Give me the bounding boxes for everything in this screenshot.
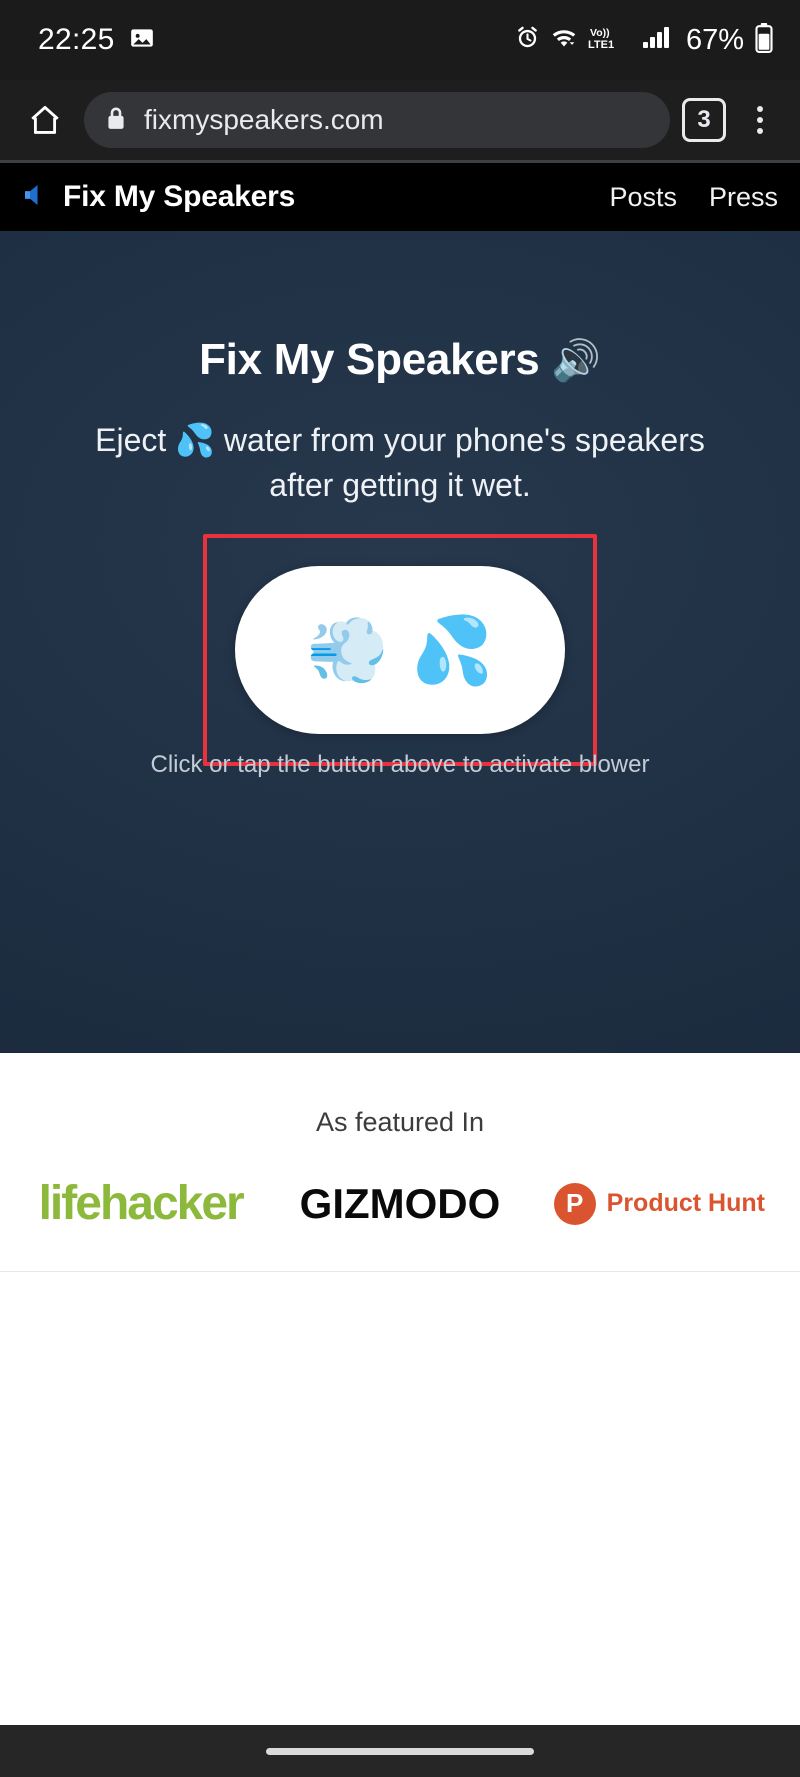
featured-section: As featured In lifehacker GIZMODO P Prod… [0, 1053, 800, 1272]
nav-item-posts[interactable]: Posts [609, 182, 677, 213]
product-hunt-badge-icon: P [553, 1182, 596, 1225]
volte-icon: Vo)) LTE1 [588, 25, 632, 56]
browser-toolbar: fixmyspeakers.com 3 [0, 80, 800, 160]
system-navigation-bar [0, 1725, 800, 1777]
gesture-pill[interactable] [266, 1747, 534, 1755]
page-title-text: Fix My Speakers [199, 335, 540, 384]
status-bar: 22:25 Vo)) LTE1 67% [0, 0, 800, 80]
loud-speaker-icon: 🔊 [551, 339, 601, 383]
wifi-icon [550, 25, 578, 55]
logo-lifehacker[interactable]: lifehacker [16, 1176, 265, 1231]
lifehacker-part1: life [38, 1177, 102, 1230]
sweat-droplets-icon: 💦 [411, 613, 494, 687]
nav-item-press[interactable]: Press [709, 182, 778, 213]
page-body-blank: wsxdn.com [0, 1272, 800, 1777]
site-nav: Posts Press [609, 182, 778, 213]
blower-button-area: 💨 💦 [203, 534, 597, 766]
speaker-icon [20, 180, 50, 215]
site-header: Fix My Speakers Posts Press [0, 163, 800, 231]
phone-screen: 22:25 Vo)) LTE1 67% fixmyspeakers.com 3 … [0, 0, 800, 1777]
alarm-icon [515, 25, 540, 55]
hero-section: Fix My Speakers 🔊 Eject 💦 water from you… [0, 231, 800, 1053]
site-brand[interactable]: Fix My Speakers [20, 180, 295, 215]
hero-subtitle: Eject 💦 water from your phone's speakers… [85, 418, 715, 509]
signal-icon [642, 25, 672, 55]
product-hunt-wordmark: Product Hunt [606, 1189, 765, 1217]
blower-button[interactable]: 💨 💦 [235, 566, 565, 734]
logo-gizmodo[interactable]: GIZMODO [275, 1180, 524, 1228]
svg-text:Vo)): Vo)) [590, 27, 610, 39]
site-brand-label: Fix My Speakers [63, 180, 296, 213]
lifehacker-part2: hacker [99, 1177, 245, 1230]
gizmodo-wordmark: GIZMODO [299, 1179, 501, 1227]
hero-subtitle-before: Eject [95, 422, 176, 458]
battery-percent-label: 67% [685, 23, 744, 56]
battery-icon [754, 22, 774, 58]
tab-count-button[interactable]: 3 [682, 98, 726, 142]
status-clock: 22:25 [38, 23, 115, 56]
home-icon[interactable] [18, 93, 72, 147]
featured-label: As featured In [315, 1107, 485, 1137]
logo-product-hunt[interactable]: P Product Hunt [535, 1182, 784, 1225]
page-title: Fix My Speakers 🔊 [24, 335, 776, 385]
featured-logos: lifehacker GIZMODO P Product Hunt [0, 1138, 800, 1271]
water-droplets-icon: 💦 [175, 422, 215, 458]
image-icon [129, 25, 155, 56]
status-bar-left: 22:25 [38, 23, 155, 57]
url-bar[interactable]: fixmyspeakers.com [84, 92, 670, 148]
status-bar-right: Vo)) LTE1 67% [515, 22, 774, 58]
hero-subtitle-after: water from your phone's speakers after g… [214, 422, 705, 504]
url-text: fixmyspeakers.com [144, 104, 384, 135]
lock-icon [104, 105, 128, 136]
blower-hint-text: Click or tap the button above to activat… [150, 751, 650, 778]
highlight-annotation-box: 💨 💦 [203, 534, 597, 766]
wind-blow-icon: 💨 [306, 613, 389, 687]
svg-text:LTE1: LTE1 [588, 39, 614, 51]
overflow-menu-icon[interactable] [738, 106, 782, 134]
lifehacker-wordmark: lifehacker [38, 1176, 245, 1231]
product-hunt-lockup: P Product Hunt [553, 1182, 765, 1225]
